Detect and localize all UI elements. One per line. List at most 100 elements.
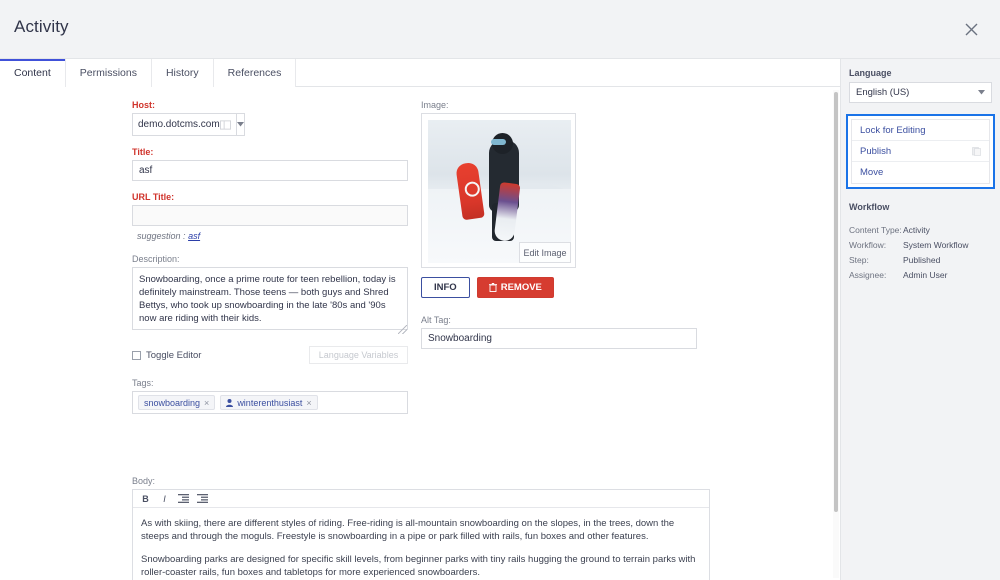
tags-input[interactable]: snowboarding × winterenthusiast ×	[132, 391, 408, 414]
outdent-icon	[178, 494, 189, 503]
image-preview-frame[interactable]: Edit Image	[421, 113, 576, 268]
host-dropdown-button[interactable]	[235, 113, 245, 136]
chevron-down-icon	[236, 122, 244, 127]
body-paragraph: Snowboarding parks are designed for spec…	[141, 554, 696, 578]
close-button[interactable]	[956, 14, 986, 44]
language-variables-button[interactable]: Language Variables	[309, 346, 408, 364]
field-alt-tag: Alt Tag:	[421, 315, 697, 349]
italic-button[interactable]: I	[157, 492, 172, 506]
language-value: English (US)	[856, 87, 910, 98]
host-selector[interactable]: demo.dotcms.com	[132, 113, 245, 136]
workflow-actions-list: Lock for Editing Publish Move	[851, 119, 990, 184]
outdent-button[interactable]	[176, 492, 191, 506]
image-info-button[interactable]: INFO	[421, 277, 470, 298]
tag-remove-icon[interactable]: ×	[204, 398, 209, 408]
workflow-action-move[interactable]: Move	[852, 162, 989, 183]
toggle-editor-control[interactable]: Toggle Editor	[132, 350, 201, 361]
workflow-detail-row: Content Type: Activity	[849, 222, 992, 237]
field-url-title: URL Title: suggestion : asf	[132, 192, 408, 241]
chevron-down-icon	[978, 90, 985, 95]
tab-permissions-label: Permissions	[79, 67, 137, 79]
suggestion-link[interactable]: asf	[188, 231, 200, 241]
tag-remove-icon[interactable]: ×	[306, 398, 311, 408]
workflow-detail-key: Step:	[849, 254, 869, 265]
tab-references[interactable]: References	[213, 59, 297, 87]
photo-rider-goggles	[490, 138, 506, 145]
content-scrollbar-thumb[interactable]	[834, 92, 838, 512]
url-title-suggestion: suggestion : asf	[137, 231, 408, 241]
host-value: demo.dotcms.com	[138, 119, 220, 130]
editor-options-row: Toggle Editor Language Variables	[132, 346, 408, 364]
toggle-editor-label: Toggle Editor	[146, 349, 202, 361]
edit-image-button[interactable]: Edit Image	[519, 242, 571, 263]
host-label: Host:	[132, 100, 155, 110]
tab-content-label: Content	[14, 67, 51, 79]
alt-tag-input[interactable]	[421, 328, 697, 349]
title-label: Title:	[132, 147, 154, 157]
language-section-title: Language	[849, 68, 892, 78]
tab-references-label: References	[227, 67, 282, 79]
url-title-input[interactable]	[132, 205, 408, 226]
image-label: Image:	[421, 100, 449, 110]
document-icon	[972, 146, 981, 156]
tag-label: snowboarding	[144, 397, 201, 408]
workflow-detail-key: Content Type:	[849, 224, 902, 235]
field-title: Title:	[132, 147, 408, 181]
body-editor-content[interactable]: As with skiing, there are different styl…	[133, 508, 709, 580]
suggestion-prefix: suggestion :	[137, 231, 186, 241]
tag-chip[interactable]: snowboarding ×	[138, 395, 216, 410]
tag-chip[interactable]: winterenthusiast ×	[220, 395, 318, 410]
workflow-detail-value: Published	[903, 254, 941, 265]
dialog-header: Activity	[0, 0, 1000, 59]
description-label: Description:	[132, 254, 180, 264]
workflow-action-lock-for-editing[interactable]: Lock for Editing	[852, 120, 989, 141]
workflow-details-table: Content Type: Activity Workflow: System …	[849, 222, 992, 282]
workflow-actions-highlight: Lock for Editing Publish Move	[846, 114, 995, 189]
workflow-action-publish[interactable]: Publish	[852, 141, 989, 162]
site-browser-icon	[219, 119, 231, 130]
workflow-action-label: Move	[860, 167, 884, 178]
workflow-detail-row: Assignee: Admin User	[849, 267, 992, 282]
field-body: Body: B I As with skiing, there are diff…	[132, 476, 710, 580]
workflow-action-label: Publish	[860, 145, 892, 157]
body-label: Body:	[132, 476, 156, 486]
body-paragraph: As with skiing, there are different styl…	[141, 518, 675, 542]
tag-label: winterenthusiast	[237, 397, 303, 408]
edit-image-label: Edit Image	[523, 247, 567, 258]
image-info-label: INFO	[434, 282, 457, 293]
indent-button[interactable]	[195, 492, 210, 506]
image-action-buttons: INFO REMOVE	[421, 277, 711, 298]
host-value-box[interactable]: demo.dotcms.com	[132, 113, 236, 136]
url-title-label: URL Title:	[132, 192, 175, 202]
bold-button[interactable]: B	[138, 492, 153, 506]
tab-permissions[interactable]: Permissions	[65, 59, 152, 87]
workflow-detail-key: Workflow:	[849, 239, 887, 250]
tab-content[interactable]: Content	[0, 59, 66, 87]
bold-icon: B	[142, 493, 149, 504]
workflow-detail-value: Admin User	[903, 269, 948, 280]
tab-history-label: History	[165, 67, 199, 79]
italic-icon: I	[163, 493, 166, 504]
right-sidebar: Language English (US) Lock for Editing P…	[840, 59, 1000, 580]
workflow-section-title: Workflow	[849, 202, 890, 212]
indent-icon	[197, 494, 208, 503]
workflow-action-label: Lock for Editing	[860, 124, 926, 136]
toggle-editor-checkbox[interactable]	[132, 350, 141, 360]
tab-history[interactable]: History	[151, 59, 214, 87]
description-textarea[interactable]: Snowboarding, once a prime route for tee…	[132, 267, 408, 330]
snowboarder-photo: Edit Image	[428, 120, 571, 263]
workflow-detail-key: Assignee:	[849, 269, 887, 280]
form-image-column: Image: Edit Image INFO REMOVE Alt Tag: S…	[421, 100, 711, 349]
user-icon	[226, 398, 234, 407]
language-select[interactable]: English (US)	[849, 82, 992, 103]
field-tags: Tags: snowboarding × winterenthusiast ×	[132, 378, 408, 414]
tags-label: Tags:	[132, 378, 154, 388]
body-editor[interactable]: B I As with skiing, there are different …	[132, 489, 710, 580]
body-editor-toolbar: B I	[133, 490, 709, 508]
title-input[interactable]	[132, 160, 408, 181]
field-host: Host: demo.dotcms.com	[132, 100, 408, 136]
image-remove-button[interactable]: REMOVE	[476, 277, 554, 298]
language-variables-label: Language Variables	[318, 350, 399, 360]
workflow-detail-value: System Workflow	[903, 239, 969, 250]
image-remove-label: REMOVE	[500, 282, 542, 293]
